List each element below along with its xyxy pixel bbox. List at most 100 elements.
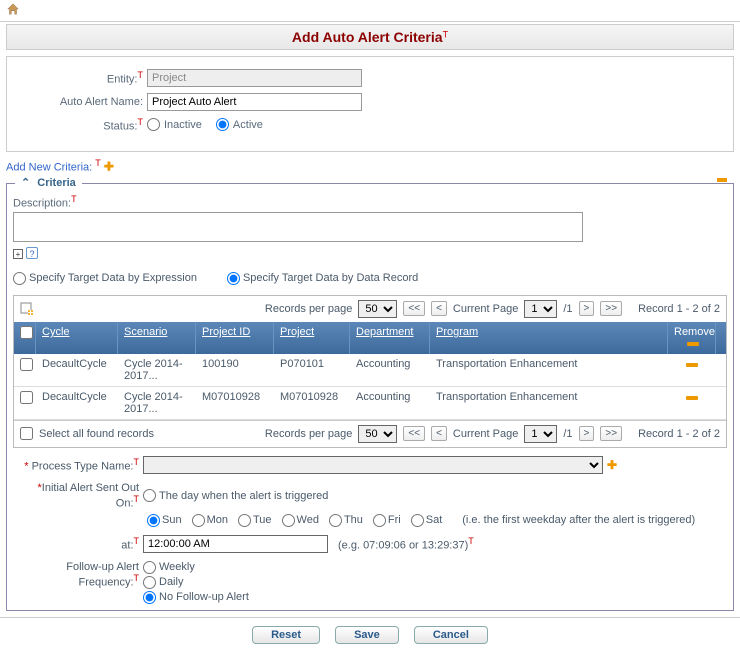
day-tue-radio[interactable] [238,514,251,527]
followup-weekly-radio[interactable] [143,561,156,574]
criteria-legend: Criteria [37,177,76,189]
at-time-input[interactable] [143,535,328,553]
record-range-bottom: Record 1 - 2 of 2 [638,428,720,440]
cell-department: Accounting [350,354,430,386]
next-page-button[interactable]: > [579,301,595,316]
table-row: DecaultCycle Cycle 2014-2017... M0701092… [14,387,726,420]
day-fri-radio[interactable] [373,514,386,527]
status-label: Status:T [17,117,147,133]
target-record-radio[interactable] [227,272,240,285]
row-checkbox[interactable] [20,358,33,371]
col-project[interactable]: Project [280,326,314,338]
col-department[interactable]: Department [356,326,413,338]
rpp-label-top: Records per page [265,303,352,315]
cell-project-id: 100190 [196,354,274,386]
page-title: Add Auto Alert Criteria [292,29,443,45]
current-page-label: Current Page [453,428,518,440]
add-process-type-icon[interactable]: ✚ [607,458,617,472]
criteria-fieldset: ⌃ Criteria Description:T + ? Specify Tar… [6,183,734,610]
col-project-id[interactable]: Project ID [202,326,250,338]
select-all-found-checkbox[interactable] [20,427,33,440]
process-type-select[interactable] [143,456,603,474]
row-checkbox[interactable] [20,391,33,404]
current-page-select-top[interactable]: 1 [524,300,557,318]
status-active-label: Active [233,119,263,131]
prev-page-button[interactable]: < [431,426,447,441]
col-program[interactable]: Program [436,326,478,338]
status-inactive-label: Inactive [164,119,202,131]
name-input[interactable] [147,93,362,111]
status-inactive-radio[interactable] [147,118,160,131]
last-page-button[interactable]: >> [600,301,622,316]
day-wed-radio[interactable] [282,514,295,527]
followup-none-radio[interactable] [143,591,156,604]
cancel-button[interactable]: Cancel [414,626,488,644]
cell-department: Accounting [350,387,430,419]
cell-program: Transportation Enhancement [430,387,668,419]
cell-project-id: M07010928 [196,387,274,419]
description-textarea[interactable] [13,212,583,242]
save-button[interactable]: Save [335,626,399,644]
col-scenario[interactable]: Scenario [124,326,167,338]
last-page-button[interactable]: >> [600,426,622,441]
current-page-label: Current Page [453,303,518,315]
cell-cycle: DecaultCycle [36,354,118,386]
cell-scenario: Cycle 2014-2017... [118,387,196,419]
remove-all-icon[interactable] [687,342,699,346]
page-size-select-top[interactable]: 50 [358,300,397,318]
plus-icon[interactable]: ✚ [104,159,114,173]
day-thu-radio[interactable] [329,514,342,527]
record-range-top: Record 1 - 2 of 2 [638,303,720,315]
remove-row-icon[interactable] [686,396,698,400]
followup-label: Follow-up Alert Frequency:T [13,561,143,589]
reset-button[interactable]: Reset [252,626,320,644]
add-new-criteria-link[interactable]: Add New Criteria: [6,161,92,173]
initial-hint: (i.e. the first weekday after the alert … [462,514,695,526]
at-label: at:T [13,536,143,552]
next-page-button[interactable]: > [579,426,595,441]
cell-project: M07010928 [274,387,350,419]
select-all-found-label: Select all found records [39,428,154,440]
data-grid: Records per page 50 << < Current Page 1 … [13,295,727,448]
description-label: Description:T [13,194,727,210]
target-record-label: Specify Target Data by Data Record [243,272,418,284]
expand-tool-icon[interactable]: + [13,249,23,259]
page-title-bar: Add Auto Alert CriteriaT [6,24,734,50]
help-icon[interactable]: ? [26,247,38,259]
form-panel: Entity:T Auto Alert Name: Status:T Inact… [6,56,734,152]
col-remove: Remove [674,326,715,338]
day-sat-radio[interactable] [411,514,424,527]
footer-bar: Reset Save Cancel [0,617,740,652]
table-row: DecaultCycle Cycle 2014-2017... 100190 P… [14,354,726,387]
remove-row-icon[interactable] [686,363,698,367]
home-icon[interactable] [6,7,20,19]
followup-daily-radio[interactable] [143,576,156,589]
cell-cycle: DecaultCycle [36,387,118,419]
day-sun-radio[interactable] [147,514,160,527]
rpp-label-bottom: Records per page [265,428,352,440]
process-type-label: * Process Type Name:T [13,457,143,473]
cell-program: Transportation Enhancement [430,354,668,386]
total-pages: /1 [563,303,572,315]
at-hint: (e.g. 07:09:06 or 13:29:37)T [338,536,474,552]
current-page-select-bottom[interactable]: 1 [524,425,557,443]
add-row-icon[interactable] [20,302,34,316]
prev-page-button[interactable]: < [431,301,447,316]
minimize-icon[interactable] [717,178,727,182]
target-expression-label: Specify Target Data by Expression [29,272,197,284]
col-cycle[interactable]: Cycle [42,326,70,338]
day-mon-radio[interactable] [192,514,205,527]
name-label: Auto Alert Name: [17,96,147,108]
collapse-icon[interactable]: ⌃ [21,177,30,189]
first-page-button[interactable]: << [403,301,425,316]
entity-label: Entity:T [17,70,147,86]
first-page-button[interactable]: << [403,426,425,441]
page-size-select-bottom[interactable]: 50 [358,425,397,443]
initial-trigger-radio[interactable] [143,489,156,502]
t-flag-icon: T [95,158,101,168]
select-all-checkbox[interactable] [20,326,33,339]
entity-input [147,69,362,87]
total-pages: /1 [563,428,572,440]
target-expression-radio[interactable] [13,272,26,285]
status-active-radio[interactable] [216,118,229,131]
